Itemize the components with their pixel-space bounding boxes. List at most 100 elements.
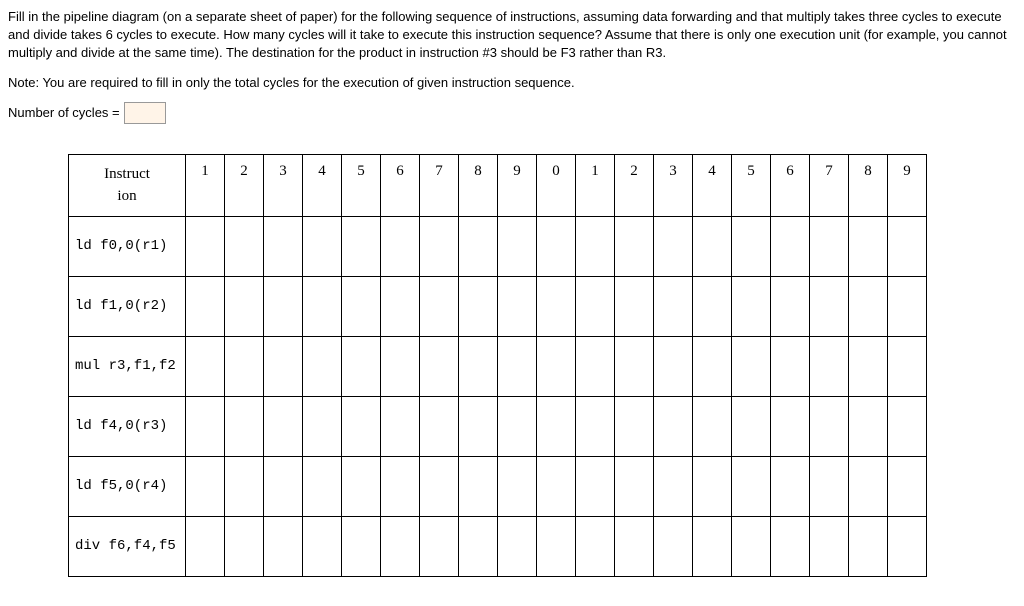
cycle-cell: [693, 396, 732, 456]
cycle-cell: [615, 216, 654, 276]
cycle-header: 1: [186, 154, 225, 216]
cycle-cell: [849, 516, 888, 576]
cycle-cell: [381, 396, 420, 456]
cycle-cell: [186, 516, 225, 576]
cycle-cell: [693, 216, 732, 276]
cycle-cell: [303, 516, 342, 576]
cycle-cell: [849, 336, 888, 396]
cycle-cell: [615, 396, 654, 456]
cycle-cell: [732, 276, 771, 336]
instruction-cell: mul r3,f1,f2: [69, 336, 186, 396]
cycle-cell: [459, 516, 498, 576]
cycle-cell: [732, 456, 771, 516]
cycle-cell: [732, 516, 771, 576]
cycle-cell: [771, 336, 810, 396]
cycle-cell: [459, 336, 498, 396]
cycles-label: Number of cycles =: [8, 105, 120, 120]
cycle-cell: [693, 336, 732, 396]
cycle-cell: [732, 396, 771, 456]
cycle-cell: [381, 276, 420, 336]
cycle-cell: [693, 516, 732, 576]
cycle-cell: [420, 516, 459, 576]
cycle-header: 5: [342, 154, 381, 216]
cycle-cell: [381, 516, 420, 576]
cycle-header: 8: [849, 154, 888, 216]
cycle-cell: [498, 396, 537, 456]
cycle-cell: [537, 276, 576, 336]
cycle-cell: [225, 336, 264, 396]
table-row: div f6,f4,f5: [69, 516, 927, 576]
cycle-cell: [225, 456, 264, 516]
cycle-cell: [264, 336, 303, 396]
cycle-header: 9: [498, 154, 537, 216]
cycle-cell: [615, 336, 654, 396]
cycle-cell: [342, 336, 381, 396]
cycle-cell: [264, 516, 303, 576]
cycle-cell: [459, 276, 498, 336]
cycle-header: 3: [264, 154, 303, 216]
cycle-cell: [264, 216, 303, 276]
cycle-cell: [654, 396, 693, 456]
cycle-cell: [420, 396, 459, 456]
cycle-cell: [303, 276, 342, 336]
cycle-cell: [654, 276, 693, 336]
cycle-header: 3: [654, 154, 693, 216]
cycle-cell: [615, 516, 654, 576]
cycle-cell: [888, 516, 927, 576]
cycle-cell: [654, 336, 693, 396]
cycle-cell: [810, 396, 849, 456]
cycle-cell: [342, 396, 381, 456]
cycle-cell: [576, 456, 615, 516]
cycle-cell: [537, 336, 576, 396]
cycle-cell: [420, 276, 459, 336]
cycle-cell: [849, 276, 888, 336]
table-row: ld f0,0(r1): [69, 216, 927, 276]
cycles-input[interactable]: [124, 102, 166, 124]
cycle-cell: [810, 456, 849, 516]
cycle-cell: [771, 396, 810, 456]
cycle-cell: [186, 456, 225, 516]
cycle-header: 8: [459, 154, 498, 216]
cycle-cell: [186, 276, 225, 336]
cycle-header: 2: [615, 154, 654, 216]
cycle-cell: [615, 276, 654, 336]
pipeline-table-container: Instruct ion 1 2 3 4 5 6 7 8 9 0 1 2 3 4…: [68, 154, 1016, 577]
instruction-cell: ld f0,0(r1): [69, 216, 186, 276]
cycle-cell: [459, 456, 498, 516]
cycle-cell: [186, 336, 225, 396]
cycle-header: 6: [771, 154, 810, 216]
cycle-cell: [771, 456, 810, 516]
cycle-cell: [303, 336, 342, 396]
cycle-cell: [810, 216, 849, 276]
cycle-cell: [654, 456, 693, 516]
cycle-cell: [576, 216, 615, 276]
cycle-cell: [420, 216, 459, 276]
cycle-cell: [888, 276, 927, 336]
cycle-cell: [537, 516, 576, 576]
cycle-cell: [693, 276, 732, 336]
cycle-cell: [615, 456, 654, 516]
cycle-cell: [498, 516, 537, 576]
instruction-cell: ld f4,0(r3): [69, 396, 186, 456]
cycle-cell: [225, 396, 264, 456]
cycles-row: Number of cycles =: [8, 102, 1016, 124]
cycle-cell: [849, 456, 888, 516]
cycle-cell: [381, 336, 420, 396]
instruction-cell: ld f5,0(r4): [69, 456, 186, 516]
cycle-cell: [576, 276, 615, 336]
cycle-cell: [576, 336, 615, 396]
table-row: mul r3,f1,f2: [69, 336, 927, 396]
cycle-cell: [342, 276, 381, 336]
cycle-cell: [498, 336, 537, 396]
cycle-cell: [810, 516, 849, 576]
cycle-cell: [303, 456, 342, 516]
cycle-cell: [459, 216, 498, 276]
table-header-row: Instruct ion 1 2 3 4 5 6 7 8 9 0 1 2 3 4…: [69, 154, 927, 216]
instruction-cell: ld f1,0(r2): [69, 276, 186, 336]
cycle-cell: [810, 276, 849, 336]
cycle-cell: [303, 396, 342, 456]
cycle-cell: [498, 216, 537, 276]
cycle-cell: [303, 216, 342, 276]
cycle-cell: [849, 396, 888, 456]
cycle-cell: [576, 516, 615, 576]
